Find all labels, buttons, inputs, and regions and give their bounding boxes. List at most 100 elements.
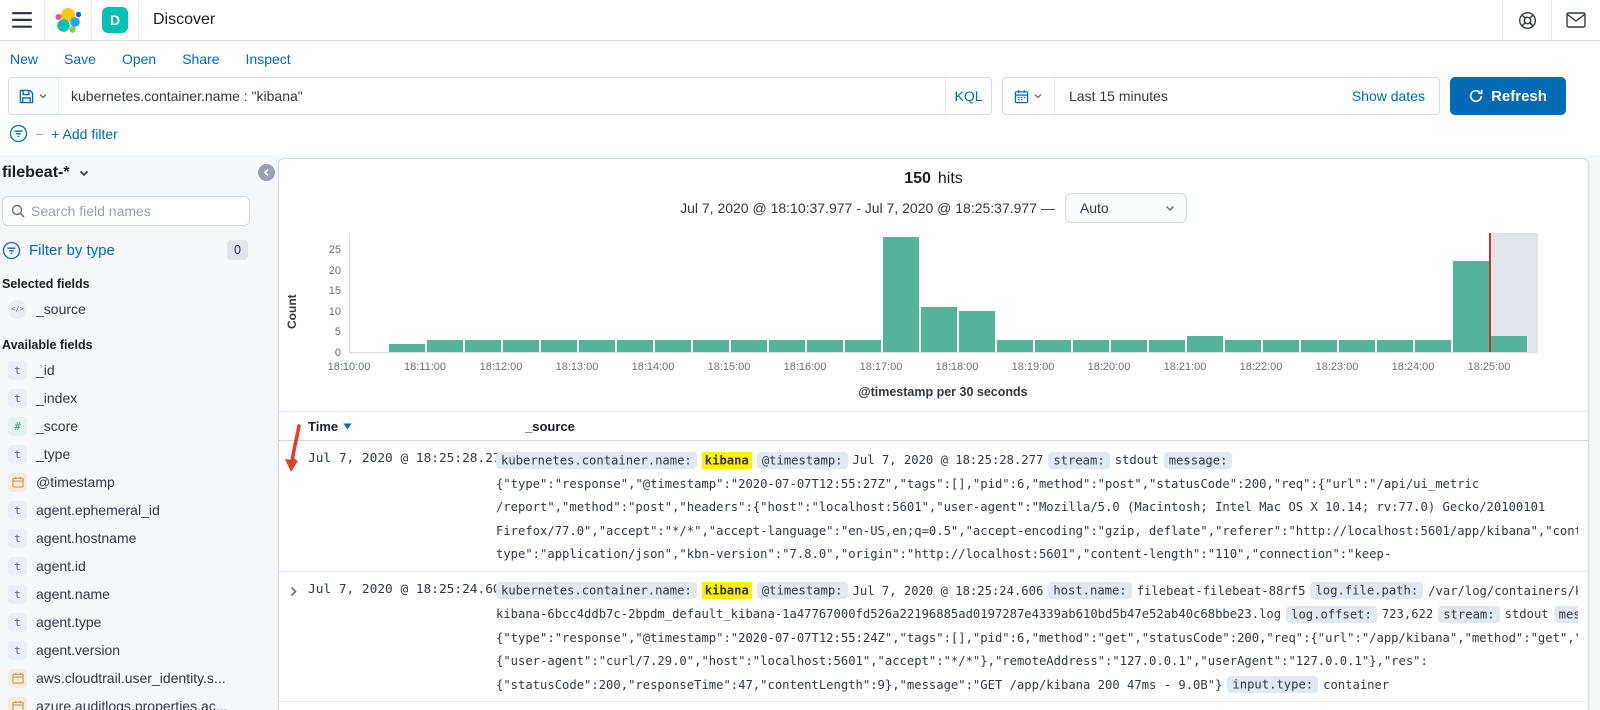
column-header-time[interactable]: Time <box>308 419 496 434</box>
field-item[interactable]: t agent.version <box>2 636 262 664</box>
histogram-bar[interactable] <box>1073 340 1109 352</box>
divider <box>138 0 139 40</box>
histogram-bar[interactable] <box>845 340 881 352</box>
time-range-value[interactable]: Last 15 minutes <box>1055 88 1168 104</box>
table-row: Jul 7, 2020 @ 18:25:24.606 kubernetes.con… <box>279 572 1588 702</box>
histogram-bar[interactable] <box>731 340 767 352</box>
query-language-button[interactable]: KQL <box>945 78 991 114</box>
sort-desc-icon <box>343 423 352 429</box>
histogram-bar[interactable] <box>541 340 577 352</box>
menu-item-save[interactable]: Save <box>64 51 96 67</box>
column-header-source[interactable]: _source <box>525 419 575 434</box>
calendar-menu-button[interactable] <box>1003 78 1055 114</box>
histogram-bar[interactable] <box>807 340 843 352</box>
field-badge: stream: <box>1048 451 1110 469</box>
field-value: {"type":"response","@timestamp":"2020-07… <box>496 630 1578 645</box>
field-item[interactable]: t _type <box>2 440 262 468</box>
discover-histogram: Count 0 5 10 15 20 25 @timestamp per 30 secon… <box>279 225 1588 411</box>
field-badge: @timestamp: <box>756 451 848 469</box>
source-line: type":"application/json","kbn-version":"… <box>496 543 1578 567</box>
discover-results-panel: 150 hits Jul 7, 2020 @ 18:10:37.977 - Ju… <box>278 158 1589 710</box>
histogram-bar[interactable] <box>883 237 919 352</box>
histogram-bar[interactable] <box>1339 340 1375 352</box>
field-item[interactable]: t agent.hostname <box>2 524 262 552</box>
histogram-bar[interactable] <box>959 311 995 352</box>
field-item[interactable]: t agent.ephemeral_id <box>2 496 262 524</box>
field-name: _type <box>36 446 71 462</box>
add-filter-button[interactable]: + Add filter <box>51 126 118 142</box>
histogram-bar[interactable] <box>1149 340 1185 352</box>
histogram-bar[interactable] <box>921 307 957 352</box>
histogram-bar[interactable] <box>465 340 501 352</box>
help-icon[interactable] <box>1503 0 1551 40</box>
search-query-input[interactable]: kubernetes.container.name : "kibana" <box>59 78 945 114</box>
field-type-icon-source: </> <box>8 299 27 319</box>
field-item[interactable]: azure.auditlogs.properties.ac... <box>2 692 262 710</box>
y-tick-label: 25 <box>328 244 341 256</box>
histogram-bar[interactable] <box>1111 340 1147 352</box>
chevron-left-icon <box>263 168 269 177</box>
query-input-group: kubernetes.container.name : "kibana" KQL <box>8 77 992 115</box>
y-tick-label: 10 <box>328 305 341 318</box>
histogram-bar[interactable] <box>769 340 805 352</box>
histogram-bar[interactable] <box>1491 336 1527 352</box>
field-item[interactable]: t agent.type <box>2 608 262 636</box>
menu-item-inspect[interactable]: Inspect <box>246 51 291 67</box>
index-pattern-selector[interactable]: filebeat-* <box>2 160 262 186</box>
index-pattern-name: filebeat-* <box>2 164 70 181</box>
histogram-bar[interactable] <box>389 344 425 352</box>
expand-row-icon[interactable] <box>279 580 308 698</box>
histogram-bar[interactable] <box>1415 340 1451 352</box>
histogram-bar[interactable] <box>1187 336 1223 352</box>
field-type-icon-string: t <box>8 444 27 464</box>
histogram-bar[interactable] <box>693 340 729 352</box>
menu-item-open[interactable]: Open <box>122 51 156 67</box>
histogram-bar[interactable] <box>427 340 463 352</box>
histogram-bar[interactable] <box>1263 340 1299 352</box>
field-item[interactable]: </> _source <box>2 295 262 323</box>
collapse-sidebar-button[interactable] <box>258 164 275 181</box>
histogram-bar[interactable] <box>1225 340 1261 352</box>
field-item[interactable]: t _id <box>2 356 262 384</box>
elastic-logo[interactable] <box>45 0 91 40</box>
filter-set-icon[interactable] <box>9 124 28 143</box>
histogram-bar[interactable] <box>1453 261 1489 352</box>
field-badge: input.type: <box>1227 676 1319 693</box>
histogram-bar[interactable] <box>617 340 653 352</box>
field-item[interactable]: @timestamp <box>2 468 262 496</box>
interval-dropdown[interactable]: Auto <box>1064 193 1187 223</box>
mail-icon[interactable] <box>1552 0 1600 40</box>
menu-item-new[interactable]: New <box>10 51 38 67</box>
histogram-bar[interactable] <box>655 340 691 352</box>
expand-row-icon[interactable] <box>279 449 308 567</box>
histogram-bar[interactable] <box>503 340 539 352</box>
field-item[interactable]: t agent.id <box>2 552 262 580</box>
field-value: Jul 7, 2020 @ 18:25:28.277 <box>852 453 1044 467</box>
app-initial-badge[interactable]: D <box>102 7 128 33</box>
field-item[interactable]: aws.cloudtrail.user_identity.s... <box>2 664 262 692</box>
menu-item-share[interactable]: Share <box>182 51 219 67</box>
x-tick-label: 18:17:00 <box>859 361 903 373</box>
histogram-bar[interactable] <box>1301 340 1337 352</box>
histogram-bar[interactable] <box>1377 340 1413 352</box>
query-bar: kubernetes.container.name : "kibana" KQL… <box>0 73 1600 117</box>
top-navigation-bar: D Discover <box>0 0 1600 41</box>
row-source: kubernetes.container.name: kibana @timesta… <box>496 449 1588 567</box>
field-item[interactable]: t agent.name <box>2 580 262 608</box>
show-dates-button[interactable]: Show dates <box>1352 88 1439 104</box>
y-axis-ticks: 0 5 10 15 20 25 <box>301 233 341 359</box>
field-badge: kubernetes.container.name: <box>496 451 697 469</box>
filter-by-type-button[interactable]: Filter by type 0 <box>2 238 262 262</box>
saved-query-menu-button[interactable] <box>9 78 59 114</box>
field-item[interactable]: # _score <box>2 412 262 440</box>
histogram-bar[interactable] <box>579 340 615 352</box>
menu-icon[interactable] <box>0 0 44 40</box>
histogram-bar[interactable] <box>997 340 1033 352</box>
field-item[interactable]: t _index <box>2 384 262 412</box>
histogram-bar[interactable] <box>1035 340 1071 352</box>
histogram-plot[interactable] <box>349 233 1538 353</box>
field-search-input[interactable] <box>31 203 241 219</box>
x-axis-title: @timestamp per 30 seconds <box>858 385 1028 399</box>
highlighted-term: kibana <box>701 582 752 599</box>
refresh-button[interactable]: Refresh <box>1450 77 1566 115</box>
